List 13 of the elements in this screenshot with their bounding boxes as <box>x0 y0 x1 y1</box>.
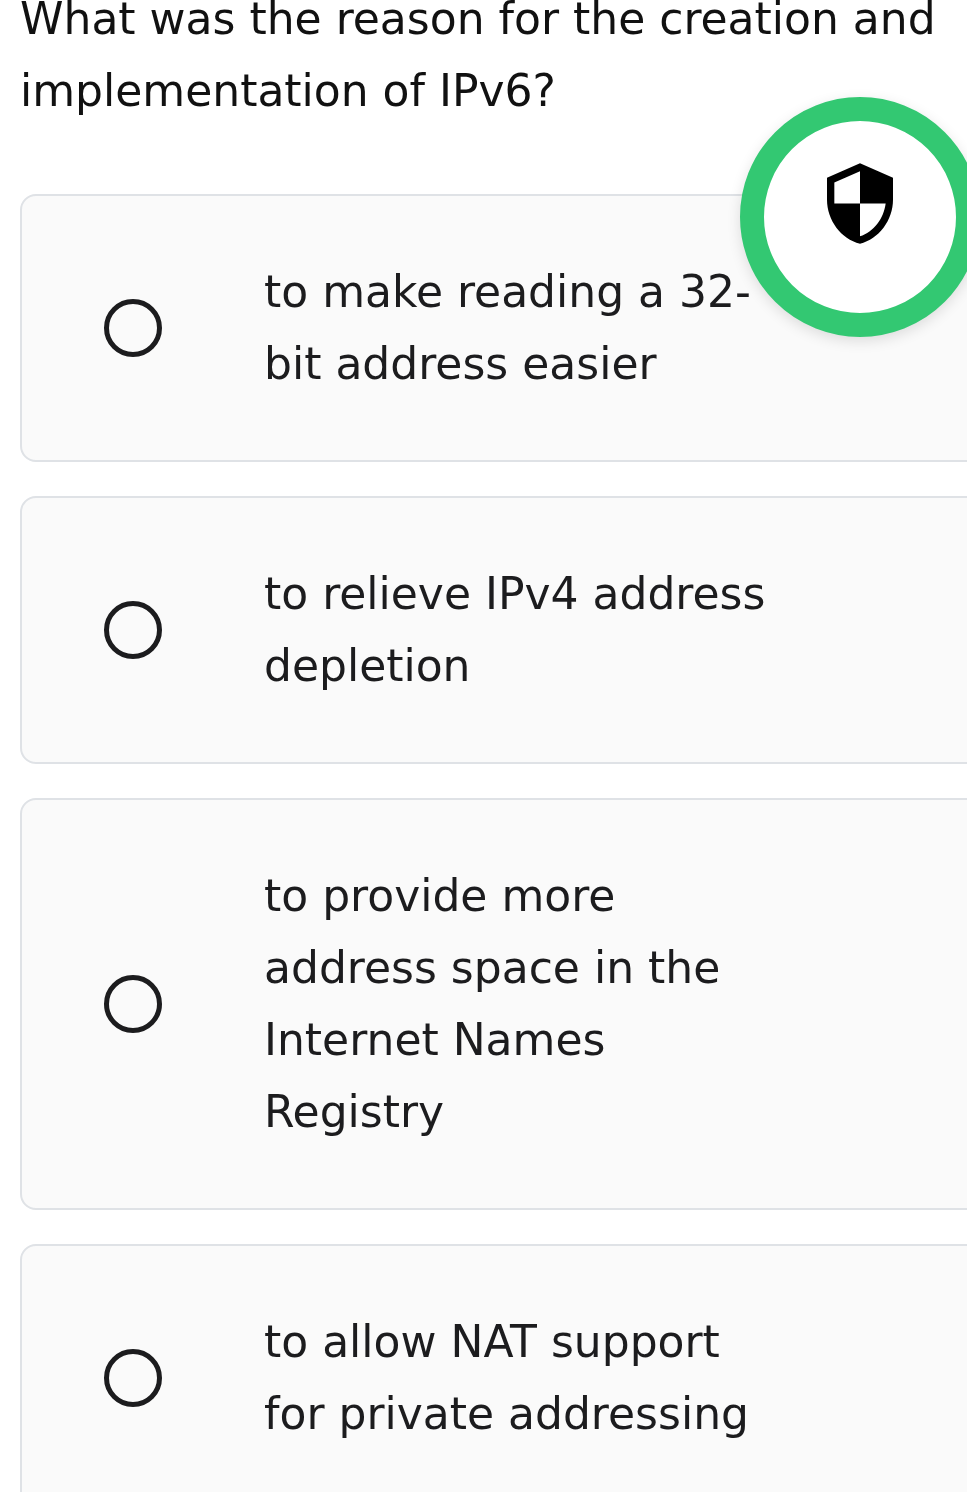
answer-option[interactable]: to provide more address space in the Internet Names Registry <box>20 798 967 1210</box>
question-text: What was the reason for the creation and implementation of IPv6? <box>19 0 937 118</box>
radio-button[interactable] <box>104 975 162 1033</box>
answer-option[interactable]: to allow NAT support for private addressing <box>20 1244 967 1492</box>
option-text: to relieve IPv4 address depletion <box>264 567 767 693</box>
answer-option[interactable]: to relieve IPv4 address depletion <box>20 496 967 764</box>
option-text: to make reading a 32-bit address easier <box>264 265 752 391</box>
radio-button[interactable] <box>104 601 162 659</box>
radio-button[interactable] <box>104 299 162 357</box>
radio-button[interactable] <box>104 1349 162 1407</box>
shield-icon <box>827 162 893 244</box>
option-text: to allow NAT support for private addressing <box>264 1315 750 1441</box>
option-text: to provide more address space in the Internet Names Registry <box>264 869 722 1139</box>
